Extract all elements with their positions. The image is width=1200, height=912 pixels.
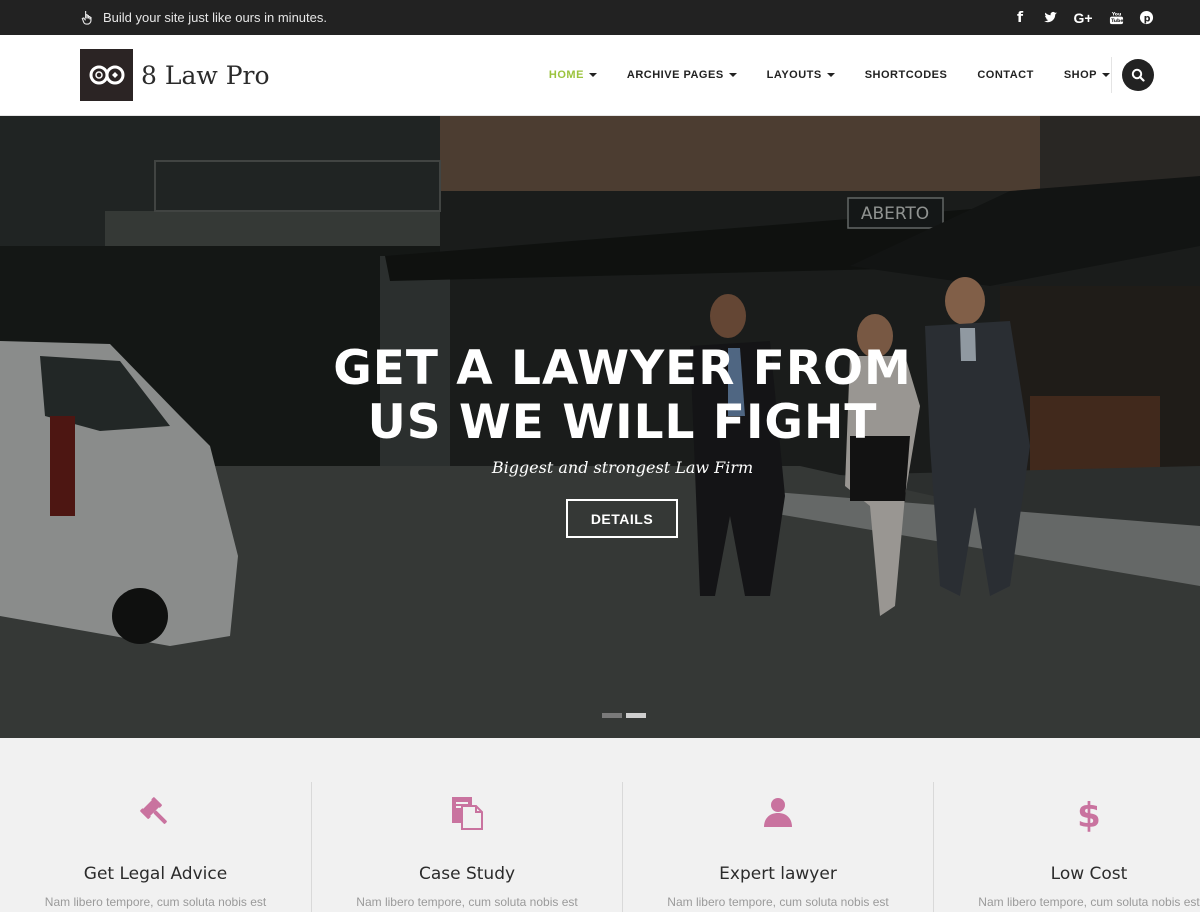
slider-dot-2[interactable] <box>626 713 646 718</box>
nav-contact-label: CONTACT <box>977 69 1034 81</box>
feature-title: Low Cost <box>1050 864 1128 884</box>
feature-text: Nam libero tempore, cum soluta nobis est <box>44 895 267 909</box>
search-icon <box>1131 68 1145 82</box>
caret-down-icon <box>588 73 597 77</box>
hero-title-line2: US WE WILL FIGHT <box>367 395 878 450</box>
nav-shortcodes[interactable]: SHORTCODES <box>865 69 948 81</box>
caret-down-icon <box>728 73 737 77</box>
twitter-icon[interactable] <box>1042 10 1058 26</box>
nav-archive-pages-label: ARCHIVE PAGES <box>626 69 724 81</box>
nav-divider <box>1111 57 1112 93</box>
facebook-icon[interactable]: f <box>1012 10 1028 26</box>
hand-pointer-icon <box>81 10 92 25</box>
gavel-icon <box>139 797 167 824</box>
nav-home-label: HOME <box>548 69 584 81</box>
document-icon <box>452 797 483 830</box>
google-plus-icon[interactable]: G+ <box>1072 10 1094 26</box>
nav-shop[interactable]: SHOP <box>1064 69 1110 81</box>
nav-archive-pages[interactable]: ARCHIVE PAGES <box>627 69 737 81</box>
nav-home[interactable]: HOME <box>549 69 597 81</box>
logo-icon <box>80 49 133 101</box>
caret-down-icon <box>826 73 835 77</box>
feature-title: Case Study <box>418 864 516 884</box>
logo-text: 8 Law Pro <box>141 60 270 90</box>
feature-legal-advice: Get Legal Advice Nam libero tempore, cum… <box>0 782 311 912</box>
feature-text: Nam libero tempore, cum soluta nobis est <box>356 895 578 909</box>
svg-text:$: $ <box>1077 796 1101 832</box>
main-nav: HOME ARCHIVE PAGES LAYOUTS SHORTCODES CO… <box>519 35 1110 115</box>
top-bar: Build your site just like ours in minute… <box>0 0 1200 35</box>
dollar-icon: $ <box>1077 796 1101 832</box>
hero-slider: ABERTO GET A LAWYER FROM US WE WILL FIGH… <box>0 116 1200 738</box>
logo[interactable]: 8 Law Pro <box>80 49 270 101</box>
hero-title: GET A LAWYER FROM US WE WILL FIGHT <box>0 342 1200 450</box>
site-header: 8 Law Pro HOME ARCHIVE PAGES LAYOUTS SHO… <box>0 35 1200 116</box>
search-button[interactable] <box>1122 59 1154 91</box>
nav-shop-label: SHOP <box>1063 69 1097 81</box>
feature-title: Expert lawyer <box>719 864 837 884</box>
details-button[interactable]: DETAILS <box>566 499 678 538</box>
nav-layouts-label: LAYOUTS <box>766 69 822 81</box>
feature-case-study: Case Study Nam libero tempore, cum solut… <box>311 782 622 912</box>
nav-layouts[interactable]: LAYOUTS <box>767 69 835 81</box>
caret-down-icon <box>1102 73 1110 77</box>
svg-text:You: You <box>1110 12 1121 18</box>
feature-title: Get Legal Advice <box>83 864 228 884</box>
user-icon <box>764 798 792 827</box>
nav-contact[interactable]: CONTACT <box>977 69 1033 81</box>
promo-text: Build your site just like ours in minute… <box>103 10 327 25</box>
feature-text: Nam libero tempore, cum soluta nobis est <box>667 895 889 909</box>
nav-shortcodes-label: SHORTCODES <box>864 69 948 81</box>
slider-pagination <box>602 713 646 718</box>
youtube-icon[interactable]: You Tube <box>1108 10 1124 26</box>
hero-subtitle: Biggest and strongest Law Firm <box>491 458 754 477</box>
slider-dot-1[interactable] <box>602 713 622 718</box>
feature-low-cost: $ Low Cost Nam libero tempore, cum solut… <box>933 782 1200 912</box>
feature-text: Nam libero tempore, cum soluta nobis est <box>978 895 1200 909</box>
features-section: Get Legal Advice Nam libero tempore, cum… <box>0 738 1200 912</box>
promo: Build your site just like ours in minute… <box>80 0 327 35</box>
pinterest-icon[interactable]: p <box>1138 10 1154 26</box>
feature-expert-lawyer: Expert lawyer Nam libero tempore, cum so… <box>622 782 933 912</box>
hero-title-line1: GET A LAWYER FROM <box>333 341 912 396</box>
svg-text:p: p <box>1143 13 1150 24</box>
social-links: f G+ You Tube p <box>1012 0 1154 35</box>
svg-text:Tube: Tube <box>1111 18 1124 24</box>
